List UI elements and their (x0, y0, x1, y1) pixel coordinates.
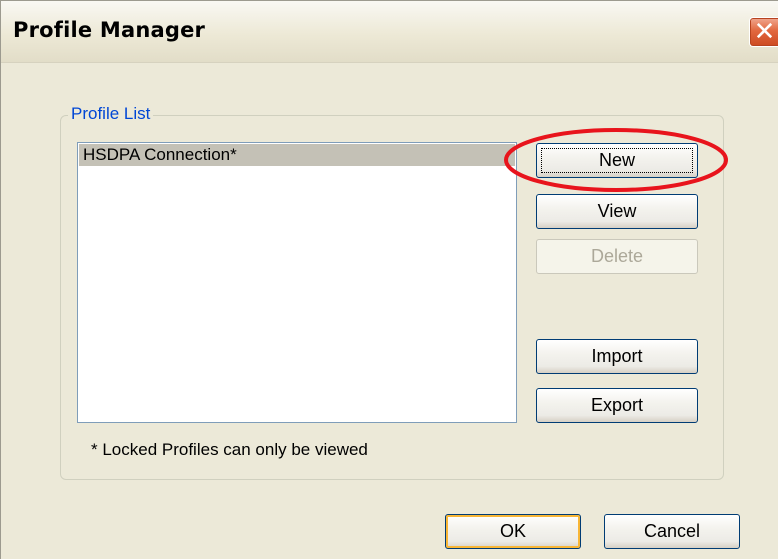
delete-button: Delete (536, 239, 698, 274)
new-button[interactable]: New (536, 143, 698, 178)
cancel-button[interactable]: Cancel (604, 514, 740, 549)
window-title: Profile Manager (13, 18, 206, 42)
locked-profiles-note: * Locked Profiles can only be viewed (91, 440, 368, 459)
export-button[interactable]: Export (536, 388, 698, 423)
view-button[interactable]: View (536, 194, 698, 229)
profile-listbox[interactable]: HSDPA Connection* (77, 142, 517, 423)
profile-list-legend: Profile List (68, 105, 154, 123)
list-item[interactable]: HSDPA Connection* (79, 144, 515, 166)
profile-manager-window: Profile Manager ✕ Profile List HSDPA Con… (0, 0, 778, 559)
title-bar[interactable]: Profile Manager ✕ (1, 1, 778, 63)
close-button[interactable]: ✕ (749, 17, 778, 47)
import-button[interactable]: Import (536, 339, 698, 374)
ok-button[interactable]: OK (445, 514, 581, 549)
close-icon: ✕ (753, 17, 776, 47)
